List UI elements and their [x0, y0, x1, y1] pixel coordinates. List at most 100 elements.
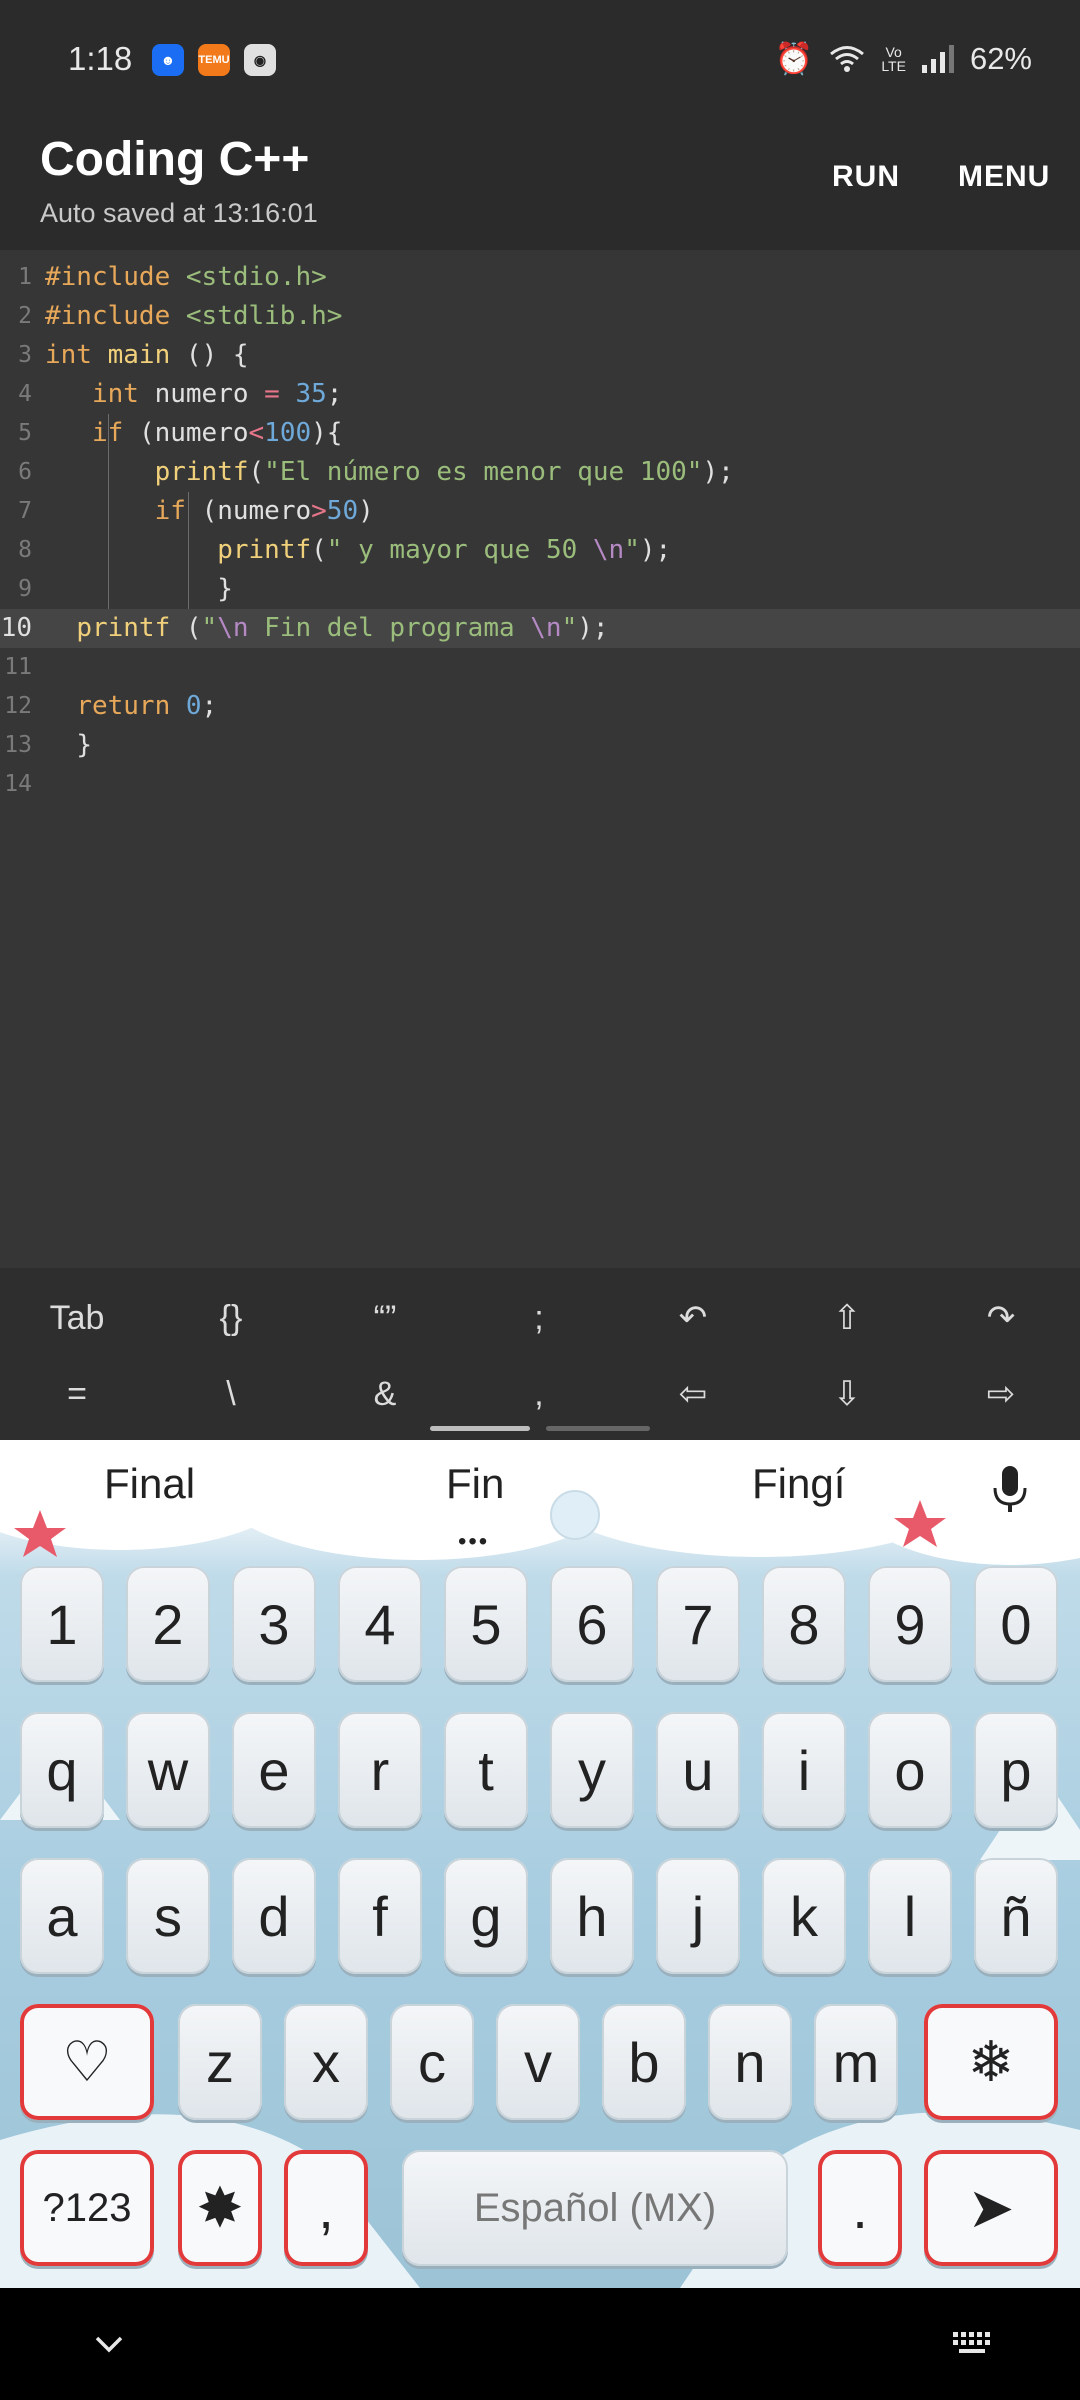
key-1[interactable]: 1 [20, 1566, 104, 1682]
line-number: 6 [18, 459, 32, 485]
microphone-icon[interactable] [990, 1464, 1030, 1516]
symbol-accessory-bar: Tab{} “”; ↶ ⇧ ↷ = \ &, ⇦ ⇩ ⇨ [0, 1268, 1080, 1440]
code-line[interactable]: 8 printf(" y mayor que 50 \n"); [0, 531, 1080, 570]
key-i[interactable]: i [762, 1712, 846, 1828]
key-9[interactable]: 9 [868, 1566, 952, 1682]
alarm-icon: ⏰ [774, 41, 814, 76]
code-line[interactable]: 2 #include <stdlib.h> [0, 297, 1080, 336]
run-button[interactable]: RUN [832, 160, 900, 194]
key-c[interactable]: c [390, 2004, 474, 2120]
signal-icon [921, 44, 954, 73]
braces-key[interactable]: {} [154, 1280, 308, 1356]
autosave-status: Auto saved at 13:16:01 [40, 198, 318, 228]
key-f[interactable]: f [338, 1858, 422, 1974]
key-n[interactable]: n [708, 2004, 792, 2120]
key-3[interactable]: 3 [232, 1566, 316, 1682]
key-j[interactable]: j [656, 1858, 740, 1974]
suggestion-2[interactable]: Fin [446, 1460, 504, 1508]
code-line[interactable]: 9 } [0, 570, 1080, 609]
temu-icon: TEMU [198, 44, 230, 76]
code-line[interactable]: 3 int main () { [0, 336, 1080, 375]
app-bar: Coding C++ Auto saved at 13:16:01 RUN ME… [0, 120, 1080, 250]
code-line[interactable]: 7 if (numero>50) [0, 492, 1080, 531]
comma-key[interactable]: , [462, 1356, 616, 1432]
key-m[interactable]: m [814, 2004, 898, 2120]
key-r[interactable]: r [338, 1712, 422, 1828]
suggestion-3[interactable]: Fingí [752, 1460, 845, 1508]
line-number: 5 [18, 420, 32, 446]
code-text: int numero = 35; [91, 379, 343, 409]
tab-key[interactable]: Tab [0, 1280, 154, 1356]
shift-up-icon[interactable]: ⇧ [770, 1280, 924, 1356]
key-v[interactable]: v [496, 2004, 580, 2120]
key-n-tilde[interactable]: ñ [974, 1858, 1058, 1974]
key-k[interactable]: k [762, 1858, 846, 1974]
code-text: printf ("\n Fin del programa \n"); [76, 613, 609, 643]
key-5[interactable]: 5 [444, 1566, 528, 1682]
semicolon-key[interactable]: ; [462, 1280, 616, 1356]
key-s[interactable]: s [126, 1858, 210, 1974]
code-text: return 0; [76, 691, 218, 721]
chevron-down-icon[interactable] [94, 2334, 124, 2354]
keyboard-icon[interactable] [953, 2332, 993, 2356]
app-title: Coding C++ [40, 133, 310, 186]
key-e[interactable]: e [232, 1712, 316, 1828]
comma-key[interactable]: , [284, 2150, 368, 2266]
key-4[interactable]: 4 [338, 1566, 422, 1682]
code-line[interactable]: 4 int numero = 35; [0, 375, 1080, 414]
key-7[interactable]: 7 [656, 1566, 740, 1682]
key-t[interactable]: t [444, 1712, 528, 1828]
period-key[interactable]: . [818, 2150, 902, 2266]
key-l[interactable]: l [868, 1858, 952, 1974]
arrow-down-icon[interactable]: ⇩ [770, 1356, 924, 1432]
notification-icons: ☻ TEMU ◉ [152, 44, 276, 76]
space-bar[interactable]: Español (MX) [402, 2150, 788, 2266]
key-o[interactable]: o [868, 1712, 952, 1828]
code-text: if (numero<100){ [91, 418, 343, 448]
key-g[interactable]: g [444, 1858, 528, 1974]
symbols-key[interactable]: ?123 [20, 2150, 154, 2266]
code-line[interactable]: 12 return 0; [0, 687, 1080, 726]
arrow-right-icon[interactable]: ⇨ [924, 1356, 1078, 1432]
arrow-left-icon[interactable]: ⇦ [616, 1356, 770, 1432]
enter-icon[interactable]: ➤ [924, 2150, 1058, 2266]
code-editor[interactable]: 1 #include <stdio.h> 2 #include <stdlib.h> 3… [0, 250, 1080, 1268]
backslash-key[interactable]: \ [154, 1356, 308, 1432]
star-icon[interactable]: ✸ [178, 2150, 262, 2266]
key-x[interactable]: x [284, 2004, 368, 2120]
key-2[interactable]: 2 [126, 1566, 210, 1682]
key-w[interactable]: w [126, 1712, 210, 1828]
key-p[interactable]: p [974, 1712, 1058, 1828]
code-line[interactable]: 1 #include <stdio.h> [0, 258, 1080, 297]
redo-icon[interactable]: ↷ [924, 1280, 1078, 1356]
code-line[interactable]: 10 printf ("\n Fin del programa \n"); [0, 609, 1080, 648]
code-text: } [217, 574, 233, 604]
undo-icon[interactable]: ↶ [616, 1280, 770, 1356]
code-line[interactable]: 11 [0, 648, 1080, 687]
key-d[interactable]: d [232, 1858, 316, 1974]
heart-icon[interactable]: ♡ [20, 2004, 154, 2120]
key-b[interactable]: b [602, 2004, 686, 2120]
equals-key[interactable]: = [0, 1356, 154, 1432]
code-line[interactable]: 14 [0, 765, 1080, 804]
line-number: 8 [18, 537, 32, 563]
key-z[interactable]: z [178, 2004, 262, 2120]
key-q[interactable]: q [20, 1712, 104, 1828]
suggestion-1[interactable]: Final [104, 1460, 195, 1508]
snowflake-icon[interactable]: ❄ [924, 2004, 1058, 2120]
key-6[interactable]: 6 [550, 1566, 634, 1682]
code-text: printf("El número es menor que 100"); [154, 457, 734, 487]
key-0[interactable]: 0 [974, 1566, 1058, 1682]
quotes-key[interactable]: “” [308, 1280, 462, 1356]
key-y[interactable]: y [550, 1712, 634, 1828]
key-u[interactable]: u [656, 1712, 740, 1828]
code-line[interactable]: 13 } [0, 726, 1080, 765]
menu-button[interactable]: MENU [958, 160, 1050, 194]
key-a[interactable]: a [20, 1858, 104, 1974]
soft-keyboard: Final Fin ••• Fingí 1234567890 qwertyuiop… [0, 1440, 1080, 2288]
key-8[interactable]: 8 [762, 1566, 846, 1682]
code-line[interactable]: 6 printf("El número es menor que 100"); [0, 453, 1080, 492]
code-line[interactable]: 5 if (numero<100){ [0, 414, 1080, 453]
key-h[interactable]: h [550, 1858, 634, 1974]
ampersand-key[interactable]: & [308, 1356, 462, 1432]
